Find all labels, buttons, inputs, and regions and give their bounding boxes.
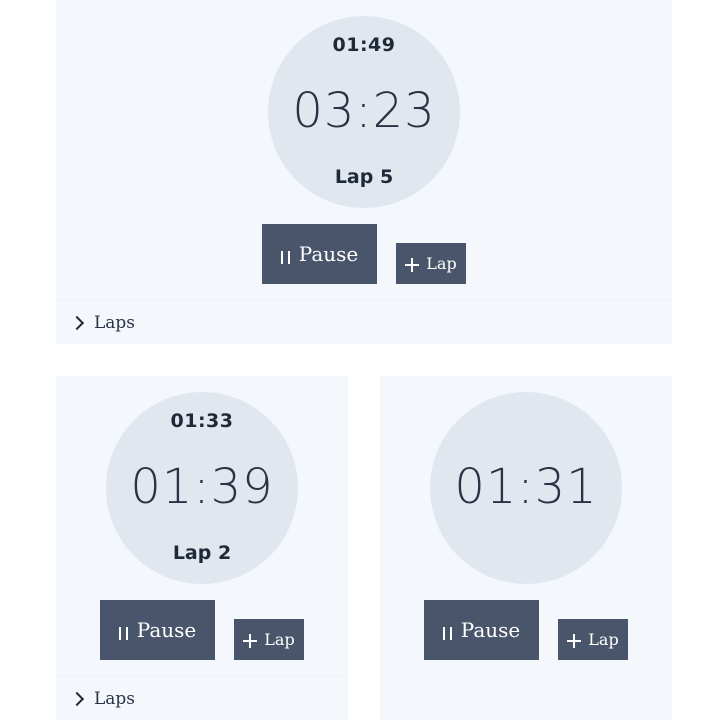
stopwatch-card: 01:31 Pause Lap (380, 376, 672, 720)
laps-toggle[interactable]: Laps (56, 676, 348, 720)
lap-counter: Lap 5 (334, 166, 394, 188)
add-lap-button[interactable]: Lap (396, 243, 466, 284)
laps-toggle-label: Laps (94, 688, 136, 709)
pause-button-label: Pause (298, 242, 359, 266)
pause-icon (280, 250, 290, 264)
laps-toggle-label: Laps (94, 312, 136, 333)
plus-icon (405, 257, 420, 272)
stopwatch-dial: 01:31 (430, 392, 622, 584)
pause-button[interactable]: Pause (100, 600, 215, 660)
plus-icon (243, 633, 258, 648)
elapsed-time: 01:31 (454, 459, 598, 515)
pause-icon (118, 626, 128, 640)
stopwatch-dial: 01:33 01:39 Lap 2 (106, 392, 298, 584)
pause-icon (442, 626, 452, 640)
pause-button[interactable]: Pause (262, 224, 377, 284)
current-lap-time: 01:33 (170, 410, 234, 432)
stopwatch-card: 01:49 03:23 Lap 5 Pause Lap Laps (56, 0, 672, 344)
pause-button-label: Pause (460, 618, 521, 642)
lap-button-label: Lap (588, 630, 619, 649)
pause-button-label: Pause (136, 618, 197, 642)
lap-counter: Lap 2 (172, 542, 232, 564)
lap-button-label: Lap (264, 630, 295, 649)
add-lap-button[interactable]: Lap (558, 619, 628, 660)
elapsed-time: 03:23 (292, 83, 436, 139)
laps-toggle[interactable]: Laps (56, 300, 672, 344)
add-lap-button[interactable]: Lap (234, 619, 304, 660)
elapsed-time: 01:39 (130, 459, 274, 515)
stopwatch-card: 01:33 01:39 Lap 2 Pause Lap Laps (56, 376, 348, 720)
stopwatch-dial: 01:49 03:23 Lap 5 (268, 16, 460, 208)
lap-button-label: Lap (426, 254, 457, 273)
chevron-right-icon (69, 315, 85, 330)
plus-icon (567, 633, 582, 648)
pause-button[interactable]: Pause (424, 600, 539, 660)
chevron-right-icon (69, 691, 85, 706)
current-lap-time: 01:49 (332, 34, 396, 56)
